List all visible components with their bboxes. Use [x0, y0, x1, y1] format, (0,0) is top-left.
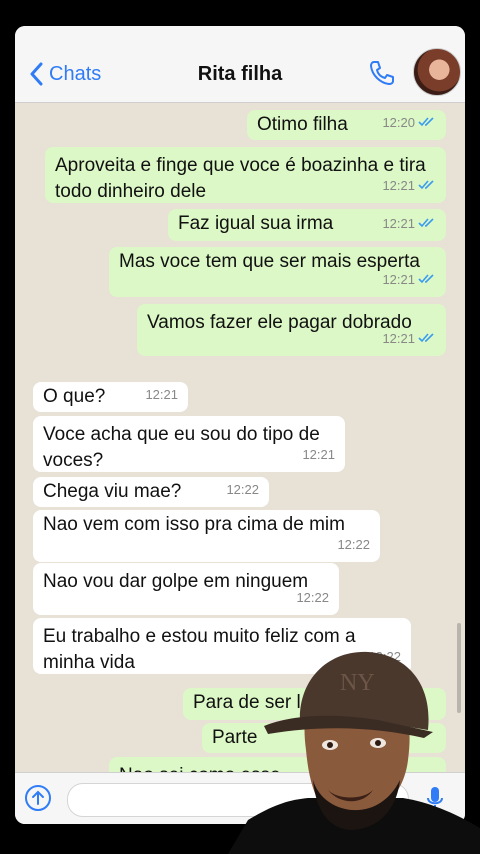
- message-bubble-outgoing[interactable]: Faz igual sua irma 12:21: [168, 209, 446, 241]
- phone-icon: [370, 61, 394, 85]
- chat-header: Chats Rita filha: [15, 26, 465, 103]
- message-text: Nao vem com isso pra cima de mim: [43, 514, 345, 535]
- chat-title: Rita filha: [197, 63, 283, 85]
- message-time: 12:21: [382, 211, 436, 237]
- message-bubble-incoming[interactable]: Chega viu mae? 12:22: [33, 477, 269, 507]
- message-bubble-outgoing[interactable]: Otimo filha 12:20: [247, 110, 446, 140]
- message-text: Faz igual sua irma: [178, 213, 334, 234]
- message-bubble-outgoing[interactable]: Aproveita e finge que voce é boazinha e …: [45, 147, 446, 203]
- upload-icon: [32, 790, 44, 805]
- message-text: Otimo filha: [257, 114, 348, 135]
- read-ticks-icon: [418, 173, 436, 199]
- message-time: 12:22: [226, 482, 259, 497]
- message-time: 12:22: [296, 590, 329, 605]
- call-button[interactable]: [367, 58, 397, 93]
- message-time: 12:20: [382, 110, 436, 136]
- message-bubble-outgoing[interactable]: Mas voce tem que ser mais esperta 12:21: [109, 247, 446, 297]
- message-bubble-incoming[interactable]: Nao vou dar golpe em ninguem 12:22: [33, 563, 339, 615]
- message-text: Mas voce tem que ser mais esperta: [119, 251, 420, 272]
- message-bubble-incoming[interactable]: Nao vem com isso pra cima de mim 12:22: [33, 510, 380, 562]
- message-time: 12:21: [382, 173, 436, 199]
- read-ticks-icon: [418, 267, 436, 293]
- message-time: 12:22: [337, 537, 370, 552]
- message-time: 12:21: [145, 387, 178, 402]
- upload-button[interactable]: [25, 785, 51, 811]
- avatar[interactable]: [413, 48, 461, 96]
- message-text: Vamos fazer ele pagar dobrado: [147, 312, 412, 333]
- cap-logo: NY: [340, 670, 375, 696]
- message-text: Chega viu mae?: [43, 481, 182, 502]
- read-ticks-icon: [418, 110, 436, 136]
- message-bubble-incoming[interactable]: Voce acha que eu sou do tipo de voces? 1…: [33, 416, 345, 472]
- message-time: 12:21: [382, 267, 436, 293]
- message-text: Nao vou dar golpe em ninguem: [43, 571, 309, 592]
- message-text: Aproveita e finge que voce é boazinha e …: [55, 155, 426, 202]
- message-text: O que?: [43, 386, 106, 407]
- read-ticks-icon: [418, 211, 436, 237]
- read-ticks-icon: [418, 326, 436, 352]
- message-time: 12:21: [382, 326, 436, 352]
- message-bubble-outgoing[interactable]: Vamos fazer ele pagar dobrado 12:21: [137, 304, 446, 356]
- presenter-overlay: NY: [228, 651, 480, 854]
- message-time: 12:21: [302, 447, 335, 462]
- message-text: Voce acha que eu sou do tipo de voces?: [43, 424, 320, 471]
- message-bubble-incoming[interactable]: O que? 12:21: [33, 382, 188, 412]
